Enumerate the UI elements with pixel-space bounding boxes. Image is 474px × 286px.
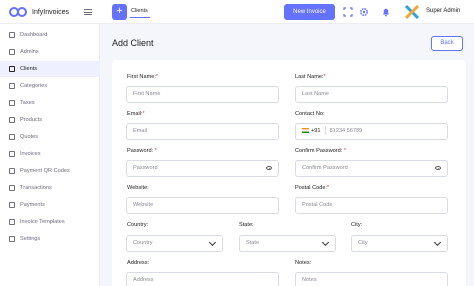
- contact-field[interactable]: +91 81234 56789: [295, 123, 448, 140]
- active-tab-indicator: [130, 17, 150, 18]
- country-value: Country: [133, 240, 153, 246]
- sidebar-item-label: Clients: [20, 66, 38, 72]
- admin-icon: [9, 49, 15, 55]
- country-code[interactable]: +91: [311, 128, 321, 134]
- sidebar-item-invoices[interactable]: Invoices: [0, 146, 100, 162]
- last-name-label: Last Name:*: [295, 74, 326, 80]
- sidebar: Dashboard Admins Clients Categories Taxe…: [0, 24, 100, 286]
- website-label: Website:: [127, 185, 149, 191]
- sidebar-item-label: Quotes: [20, 134, 39, 140]
- sidebar-item-taxes[interactable]: Taxes: [0, 95, 100, 111]
- password-label: Password: *: [127, 148, 157, 154]
- india-flag-icon: [302, 128, 309, 134]
- first-name-label: First Name:*: [127, 74, 159, 80]
- settings-icon: [9, 236, 15, 242]
- email-field[interactable]: Email: [126, 123, 279, 140]
- sidebar-item-label: Dashboard: [20, 32, 48, 38]
- website-input[interactable]: Website: [126, 197, 279, 214]
- sidebar-item-label: Payments: [20, 202, 45, 208]
- products-icon: [9, 117, 15, 123]
- contact-label: Contact No:: [295, 111, 325, 117]
- last-name-input[interactable]: Last Name: [295, 86, 448, 103]
- postal-code-input[interactable]: Postal Code: [295, 197, 448, 214]
- confirm-password-placeholder: Confirm Password: [302, 165, 348, 171]
- sidebar-item-categories[interactable]: Categories: [0, 78, 100, 94]
- address-label: Address:: [127, 260, 150, 266]
- notes-label: Notes:: [295, 260, 312, 266]
- user-name[interactable]: Super Admin: [426, 8, 460, 14]
- sidebar-item-label: Settings: [20, 236, 41, 242]
- sidebar-item-payments[interactable]: Payments: [0, 197, 100, 213]
- quick-add-button[interactable]: +: [112, 4, 127, 20]
- gear-icon[interactable]: [359, 7, 369, 17]
- password-placeholder: Password: [133, 165, 158, 171]
- address-input[interactable]: Address: [126, 272, 279, 286]
- new-invoice-button[interactable]: New Invoice: [284, 4, 335, 20]
- state-select[interactable]: State: [239, 235, 336, 252]
- transactions-icon: [9, 185, 15, 191]
- sidebar-item-clients[interactable]: Clients: [0, 61, 100, 77]
- dashboard-icon: [9, 32, 15, 38]
- confirm-password-label: Confirm Password: *: [295, 148, 346, 154]
- sidebar-item-payment-qr-codes[interactable]: Payment QR Codes: [0, 163, 100, 179]
- taxes-icon: [9, 100, 15, 106]
- invoices-icon: [9, 151, 15, 157]
- avatar[interactable]: [404, 4, 420, 20]
- postal-code-label: Postal Code:*: [295, 185, 330, 191]
- qr-code-icon: [9, 168, 15, 174]
- top-bar: InfyInvoices + Clients New Invoice Super…: [0, 0, 474, 24]
- sidebar-item-label: Products: [20, 117, 43, 123]
- hamburger-icon[interactable]: [84, 9, 92, 15]
- sidebar-item-invoice-templates[interactable]: Invoice Templates: [0, 214, 100, 230]
- logo-icon: [9, 7, 28, 17]
- chevron-down-icon: [433, 238, 442, 247]
- notes-input[interactable]: Notes: [295, 272, 448, 286]
- sidebar-item-transactions[interactable]: Transactions: [0, 180, 100, 196]
- sidebar-item-label: Invoices: [20, 151, 41, 157]
- city-value: City: [358, 240, 368, 246]
- plus-icon: +: [116, 5, 123, 17]
- eye-icon[interactable]: [266, 166, 272, 170]
- back-button[interactable]: Back: [431, 36, 463, 51]
- categories-icon: [9, 83, 15, 89]
- country-label: Country:: [127, 222, 149, 228]
- sidebar-item-label: Transactions: [20, 185, 52, 191]
- sidebar-item-label: Categories: [20, 83, 48, 89]
- payments-icon: [9, 202, 15, 208]
- tab-clients[interactable]: Clients: [131, 8, 148, 14]
- first-name-input[interactable]: First Name: [126, 86, 279, 103]
- sidebar-item-products[interactable]: Products: [0, 112, 100, 128]
- bell-icon[interactable]: [381, 7, 391, 17]
- sidebar-item-label: Invoice Templates: [20, 219, 65, 225]
- chevron-down-icon: [321, 238, 330, 247]
- eye-icon[interactable]: [435, 166, 441, 170]
- sidebar-item-label: Admins: [20, 49, 39, 55]
- city-select[interactable]: City: [351, 235, 448, 252]
- sidebar-item-label: Payment QR Codes: [20, 168, 70, 174]
- templates-icon: [9, 219, 15, 225]
- sidebar-item-dashboard[interactable]: Dashboard: [0, 27, 100, 43]
- country-select[interactable]: Country: [126, 235, 223, 252]
- quotes-icon: [9, 134, 15, 140]
- sidebar-item-quotes[interactable]: Quotes: [0, 129, 100, 145]
- password-field[interactable]: Password: [126, 160, 279, 177]
- sidebar-item-label: Taxes: [20, 100, 35, 106]
- state-label: State:: [239, 222, 254, 228]
- users-icon: [9, 66, 15, 72]
- app-logo[interactable]: InfyInvoices: [9, 7, 69, 17]
- email-label: Email:*: [127, 111, 145, 117]
- sidebar-item-admins[interactable]: Admins: [0, 44, 100, 60]
- state-value: State: [246, 240, 260, 246]
- confirm-password-field[interactable]: Confirm Password: [295, 160, 448, 177]
- page-title: Add Client: [112, 38, 154, 48]
- phone-separator: [324, 126, 326, 136]
- contact-placeholder: 81234 56789: [329, 128, 363, 134]
- city-label: City:: [351, 222, 363, 228]
- app-name: InfyInvoices: [32, 8, 69, 16]
- fullscreen-icon[interactable]: [343, 7, 353, 17]
- chevron-down-icon: [208, 238, 217, 247]
- sidebar-item-settings[interactable]: Settings: [0, 231, 100, 247]
